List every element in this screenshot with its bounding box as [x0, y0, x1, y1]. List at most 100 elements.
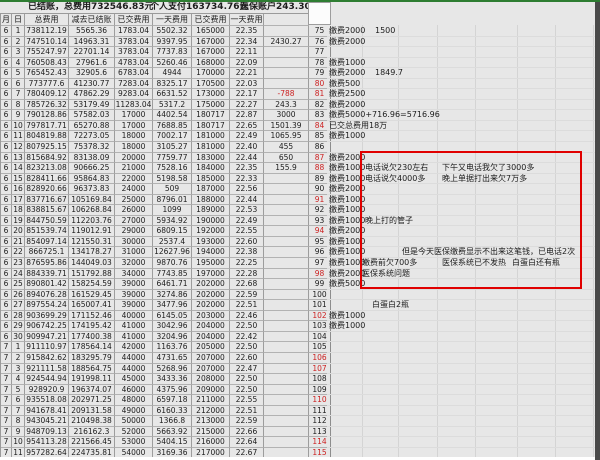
cell-day-fee-2[interactable]: 22.51	[230, 406, 264, 417]
cell-month[interactable]: 6	[1, 300, 12, 311]
cell-paid-fee[interactable]: 3783.04	[115, 47, 153, 58]
cell-minus-settled[interactable]: 210498.38	[69, 416, 115, 427]
cell-day-fee[interactable]: 1366.8	[153, 416, 192, 427]
cell-day-fee[interactable]: 3274.86	[153, 290, 192, 301]
cell-payment-note[interactable]: 缴费500	[329, 79, 360, 90]
cell-minus-settled[interactable]: 112203.76	[69, 216, 115, 227]
cell-paid-fee[interactable]: 20000	[115, 153, 153, 164]
cell-extra-amount[interactable]	[264, 279, 309, 290]
cell-total-fee[interactable]: 954113.28	[25, 437, 69, 448]
cell-payment-note[interactable]: 缴费1000	[329, 321, 365, 332]
cell-extra-amount[interactable]: 3000	[264, 110, 309, 121]
cell-minus-settled[interactable]: 174195.42	[69, 321, 115, 332]
cell-day-fee-2[interactable]: 22.27	[230, 100, 264, 111]
cell-paid-fee-2[interactable]: 170500	[192, 79, 230, 90]
cell-total-fee[interactable]: 854097.14	[25, 237, 69, 248]
cell-day[interactable]: 20	[12, 226, 25, 237]
cell-paid-fee-2[interactable]: 185000	[192, 174, 230, 185]
cell-paid-fee[interactable]: 6783.04	[115, 68, 153, 79]
cell-paid-fee-2[interactable]: 207000	[192, 353, 230, 364]
cell-month[interactable]: 6	[1, 100, 12, 111]
cell-extra-amount[interactable]	[264, 247, 309, 258]
cell-paid-fee[interactable]: 11283.04	[115, 100, 153, 111]
cell-total-fee[interactable]: 903699.29	[25, 311, 69, 322]
cell-day-fee[interactable]: 1099	[153, 205, 192, 216]
cell-paid-fee-2[interactable]: 187000	[192, 184, 230, 195]
cell-paid-fee[interactable]: 31000	[115, 247, 153, 258]
cell-total-fee[interactable]: 906742.25	[25, 321, 69, 332]
cell-paid-fee-2[interactable]: 208000	[192, 374, 230, 385]
cell-total-fee[interactable]: 797817.71	[25, 121, 69, 132]
cell-extra-amount[interactable]: 2430.27	[264, 37, 309, 48]
cell-paid-fee[interactable]: 46000	[115, 385, 153, 396]
cell-day-fee-2[interactable]: 22.65	[230, 121, 264, 132]
cell-extra-amount[interactable]	[264, 184, 309, 195]
cell-note[interactable]: 缴费前欠700多	[362, 258, 417, 269]
column-header-minus-settled[interactable]: 减去已结账	[69, 14, 115, 26]
cell-extra-amount[interactable]	[264, 174, 309, 185]
cell-total-fee[interactable]: 785726.32	[25, 100, 69, 111]
cell-day-fee-2[interactable]: 22.49	[230, 131, 264, 142]
cell-total-fee[interactable]: 815684.92	[25, 153, 69, 164]
cell-payment-note[interactable]: 缴费2000	[329, 37, 365, 48]
cell-total-fee[interactable]: 894076.28	[25, 290, 69, 301]
cell-month[interactable]: 6	[1, 332, 12, 343]
cell-total-fee[interactable]: 837716.67	[25, 195, 69, 206]
cell-month[interactable]: 7	[1, 437, 12, 448]
cell-day-fee-2[interactable]: 22.35	[230, 163, 264, 174]
cell-total-fee[interactable]: 909947.21	[25, 332, 69, 343]
cell-paid-fee-2[interactable]: 189000	[192, 205, 230, 216]
cell-total-fee[interactable]: 884339.71	[25, 269, 69, 280]
cell-total-fee[interactable]: 755247.97	[25, 47, 69, 58]
cell-total-fee[interactable]: 851539.74	[25, 226, 69, 237]
cell-day-fee[interactable]: 6631.52	[153, 89, 192, 100]
cell-paid-fee-2[interactable]: 212000	[192, 406, 230, 417]
cell-note[interactable]: 晚上单据打出来欠7万多	[442, 174, 527, 185]
cell-day[interactable]: 17	[12, 195, 25, 206]
cell-paid-fee[interactable]: 30000	[115, 237, 153, 248]
cell-paid-fee-2[interactable]: 181000	[192, 131, 230, 142]
cell-minus-settled[interactable]: 171152.46	[69, 311, 115, 322]
cell-paid-fee[interactable]: 1783.04	[115, 26, 153, 37]
cell-day[interactable]: 30	[12, 332, 25, 343]
cell-day-fee[interactable]: 4731.65	[153, 353, 192, 364]
cell-day[interactable]: 10	[12, 121, 25, 132]
cell-minus-settled[interactable]: 105169.84	[69, 195, 115, 206]
cell-day-fee-2[interactable]: 22.50	[230, 342, 264, 353]
cell-day[interactable]: 4	[12, 58, 25, 69]
cell-extra-amount[interactable]	[264, 437, 309, 448]
cell-extra-amount[interactable]: 455	[264, 142, 309, 153]
cell-day[interactable]: 3	[12, 47, 25, 58]
cell-day-fee[interactable]: 7688.85	[153, 121, 192, 132]
cell-payment-note[interactable]: 缴费2000	[329, 100, 365, 111]
cell-paid-fee[interactable]: 44000	[115, 353, 153, 364]
cell-paid-fee[interactable]: 41000	[115, 321, 153, 332]
cell-total-fee[interactable]: 765452.43	[25, 68, 69, 79]
cell-day-fee-2[interactable]: 22.35	[230, 26, 264, 37]
cell-minus-settled[interactable]: 144049.03	[69, 258, 115, 269]
cell-day-fee[interactable]: 5260.46	[153, 58, 192, 69]
column-header-month[interactable]: 月	[1, 14, 12, 26]
cell-total-fee[interactable]: 838815.67	[25, 205, 69, 216]
cell-day-fee-2[interactable]: 22.44	[230, 195, 264, 206]
cell-day[interactable]: 24	[12, 269, 25, 280]
cell-minus-settled[interactable]: 161529.45	[69, 290, 115, 301]
cell-minus-settled[interactable]: 221566.45	[69, 437, 115, 448]
cell-minus-settled[interactable]: 134178.27	[69, 247, 115, 258]
cell-total-fee[interactable]: 941678.41	[25, 406, 69, 417]
cell-payment-note[interactable]: 缴费2500	[329, 89, 365, 100]
cell-minus-settled[interactable]: 191998.11	[69, 374, 115, 385]
cell-extra-amount[interactable]	[264, 258, 309, 269]
cell-day-fee[interactable]: 6160.33	[153, 406, 192, 417]
cell-day[interactable]: 19	[12, 216, 25, 227]
cell-extra-amount[interactable]: 1501.39	[264, 121, 309, 132]
cell-day[interactable]: 2	[12, 353, 25, 364]
cell-month[interactable]: 6	[1, 279, 12, 290]
cell-day[interactable]: 22	[12, 247, 25, 258]
cell-paid-fee-2[interactable]: 193000	[192, 237, 230, 248]
day-counter-header-cell[interactable]	[308, 2, 331, 25]
cell-paid-fee-2[interactable]: 167000	[192, 47, 230, 58]
cell-day-fee[interactable]: 6145.05	[153, 311, 192, 322]
cell-extra-amount[interactable]: 1065.95	[264, 131, 309, 142]
cell-paid-fee-2[interactable]: 194000	[192, 247, 230, 258]
